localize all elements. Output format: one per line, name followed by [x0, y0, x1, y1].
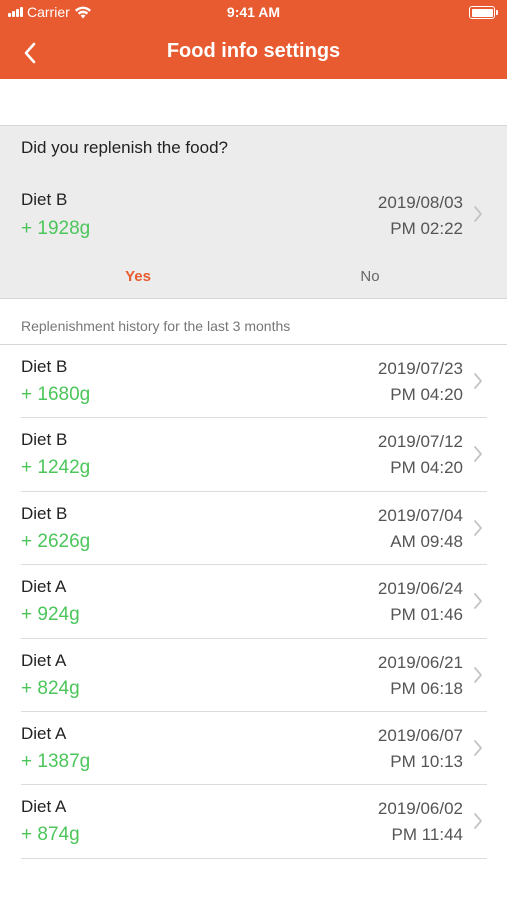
- status-time: 9:41 AM: [226, 4, 281, 20]
- entry-time: PM 06:18: [390, 678, 463, 698]
- history-row[interactable]: Diet A + 824g 2019/06/21 PM 06:18: [0, 639, 507, 712]
- chevron-right-icon: [474, 519, 482, 536]
- no-button[interactable]: No: [310, 264, 430, 290]
- nav-bar: Food info settings: [0, 26, 507, 79]
- yes-button[interactable]: Yes: [78, 264, 198, 290]
- entry-amount: + 824g: [21, 677, 80, 699]
- entry-time: PM 10:13: [390, 751, 463, 771]
- history-row[interactable]: Diet B + 1680g 2019/07/23 PM 04:20: [0, 345, 507, 419]
- chevron-right-icon: [474, 666, 482, 683]
- entry-amount: + 1387g: [21, 750, 91, 772]
- entry-amount: + 924g: [21, 604, 80, 626]
- entry-time: PM 11:44: [391, 825, 463, 845]
- prompt-entry[interactable]: Diet B + 1928g 2019/08/03 PM 02:22: [0, 178, 507, 248]
- page-title: Food info settings: [166, 40, 341, 62]
- entry-date: 2019/06/07: [377, 725, 463, 745]
- entry-time: PM 04:20: [390, 458, 463, 478]
- entry-time: PM 04:20: [390, 385, 463, 404]
- history-row[interactable]: Diet B + 2626g 2019/07/04 AM 09:48: [0, 492, 507, 566]
- entry-amount: + 2626g: [21, 530, 91, 552]
- entry-name: Diet B: [21, 503, 68, 523]
- history-row[interactable]: Diet A + 874g 2019/06/02 PM 11:44: [0, 785, 507, 859]
- chevron-right-icon: [474, 813, 482, 830]
- entry-amount: + 1680g: [21, 384, 91, 405]
- entry-date: 2019/08/03: [377, 193, 463, 212]
- prompt-question: Did you replenish the food?: [21, 138, 228, 157]
- entry-date: 2019/06/02: [377, 799, 463, 819]
- row-divider: [21, 857, 487, 859]
- history-header: Replenishment history for the last 3 mon…: [21, 318, 291, 334]
- history-list: Diet B + 1680g 2019/07/23 PM 04:20 Diet B + 1…: [0, 345, 507, 859]
- replenish-prompt: Did you replenish the food? Diet B + 192…: [0, 125, 507, 299]
- chevron-right-icon: [474, 446, 482, 463]
- entry-amount: + 1928g: [21, 218, 91, 239]
- entry-name: Diet B: [21, 430, 68, 450]
- entry-date: 2019/07/12: [377, 432, 463, 452]
- entry-date: 2019/06/21: [377, 652, 463, 672]
- entry-date: 2019/07/23: [377, 359, 463, 378]
- chevron-right-icon: [474, 593, 482, 610]
- history-row[interactable]: Diet B + 1242g 2019/07/12 PM 04:20: [0, 418, 507, 492]
- entry-time: AM 09:48: [390, 531, 463, 551]
- entry-name: Diet A: [21, 797, 67, 817]
- entry-time: PM 02:22: [390, 219, 463, 238]
- entry-name: Diet A: [21, 650, 67, 670]
- chevron-right-icon: [474, 206, 482, 222]
- history-row[interactable]: Diet A + 1387g 2019/06/07 PM 10:13: [0, 712, 507, 786]
- entry-amount: + 874g: [21, 824, 80, 846]
- entry-name: Diet B: [21, 357, 68, 376]
- status-bar: Carrier 9:41 AM: [0, 0, 507, 26]
- chevron-right-icon: [474, 373, 482, 389]
- entry-date: 2019/06/24: [377, 579, 463, 599]
- history-row[interactable]: Diet A + 924g 2019/06/24 PM 01:46: [0, 565, 507, 639]
- entry-name: Diet A: [21, 577, 67, 597]
- chevron-right-icon: [474, 740, 482, 756]
- entry-time: PM 01:46: [390, 605, 463, 625]
- entry-name: Diet A: [21, 723, 67, 743]
- battery-icon: [469, 6, 498, 19]
- entry-date: 2019/07/04: [377, 505, 463, 525]
- entry-amount: + 1242g: [21, 457, 91, 479]
- entry-name: Diet B: [21, 190, 68, 209]
